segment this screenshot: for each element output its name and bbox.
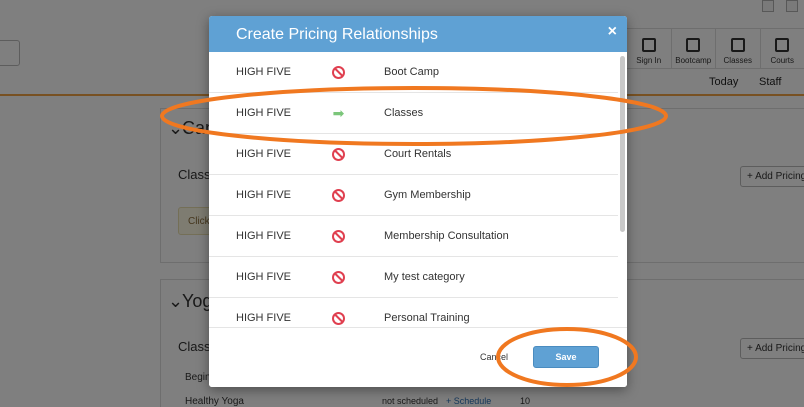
- close-icon[interactable]: ×: [608, 23, 617, 41]
- arrow-right-icon[interactable]: ➡: [333, 106, 345, 120]
- no-link-icon[interactable]: [332, 311, 345, 325]
- modal-header: Create Pricing Relationships ×: [209, 16, 627, 52]
- list-item[interactable]: HIGH FIVE My test category: [209, 257, 618, 298]
- pricing-name: HIGH FIVE: [236, 66, 292, 78]
- category-name: Court Rentals: [384, 148, 452, 160]
- list-item[interactable]: HIGH FIVE Personal Training: [209, 298, 618, 327]
- pricing-name: HIGH FIVE: [236, 271, 292, 283]
- relationship-list: HIGH FIVE Boot Camp HIGH FIVE ➡ Classes HIG…: [209, 52, 627, 327]
- list-item[interactable]: HIGH FIVE Membership Consultation: [209, 216, 618, 257]
- no-link-icon[interactable]: [332, 229, 345, 243]
- list-item[interactable]: HIGH FIVE Court Rentals: [209, 134, 618, 175]
- modal-footer: Cancel Save: [209, 327, 627, 387]
- category-name: Membership Consultation: [384, 230, 509, 242]
- category-name: Boot Camp: [384, 66, 440, 78]
- category-name: Personal Training: [384, 312, 470, 324]
- save-button[interactable]: Save: [533, 346, 599, 368]
- no-link-icon[interactable]: [332, 147, 345, 161]
- category-name: Gym Membership: [384, 189, 471, 201]
- pricing-name: HIGH FIVE: [236, 148, 292, 160]
- pricing-name: HIGH FIVE: [236, 189, 292, 201]
- pricing-name: HIGH FIVE: [236, 230, 292, 242]
- cancel-button[interactable]: Cancel: [480, 352, 508, 362]
- modal-title: Create Pricing Relationships: [236, 26, 438, 43]
- no-link-icon[interactable]: [332, 65, 345, 79]
- list-item[interactable]: HIGH FIVE Gym Membership: [209, 175, 618, 216]
- no-link-icon[interactable]: [332, 188, 345, 202]
- scrollbar[interactable]: [620, 56, 625, 232]
- list-item[interactable]: HIGH FIVE ➡ Classes: [209, 93, 618, 134]
- pricing-name: HIGH FIVE: [236, 312, 292, 324]
- category-name: Classes: [384, 107, 424, 119]
- list-item[interactable]: HIGH FIVE Boot Camp: [209, 52, 618, 93]
- pricing-relationships-modal: Create Pricing Relationships × HIGH FIVE…: [209, 16, 627, 387]
- category-name: My test category: [384, 271, 465, 283]
- no-link-icon[interactable]: [332, 270, 345, 284]
- pricing-name: HIGH FIVE: [236, 107, 292, 119]
